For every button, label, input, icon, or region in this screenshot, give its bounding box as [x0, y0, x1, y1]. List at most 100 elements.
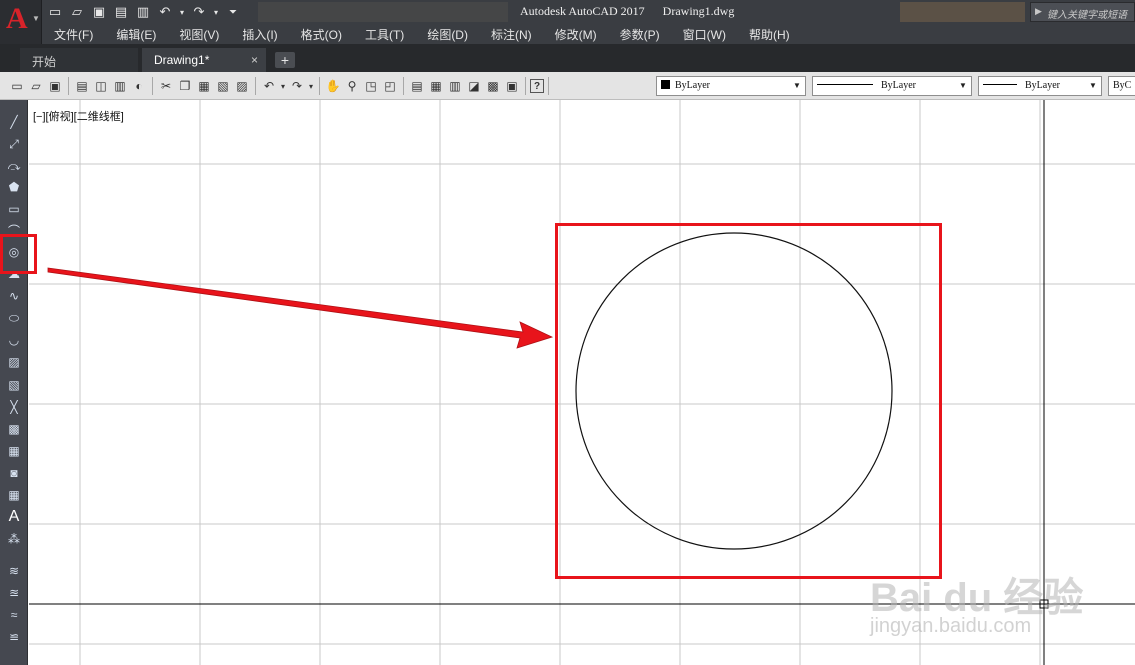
undo-icon[interactable]: ↶ [156, 3, 174, 21]
spline-icon[interactable]: ∿ [4, 286, 24, 306]
add-selected-icon[interactable]: ⁂ [4, 529, 24, 549]
menu-file[interactable]: 文件(F) [54, 26, 93, 43]
toolbar-divider [68, 77, 69, 95]
layer-icon-2[interactable]: ≊ [4, 583, 24, 603]
table-icon[interactable]: ▦ [4, 485, 24, 505]
lineweight-control-dropdown[interactable]: ByLayer ▼ [978, 76, 1102, 96]
mtext-icon[interactable]: A [4, 507, 24, 527]
linetype-sample [817, 84, 873, 85]
layer-icon-4[interactable]: ≌ [4, 627, 24, 647]
make-block-icon[interactable]: ▧ [4, 375, 24, 395]
title-bar: ▭ ▱ ▣ ▤ ▥ ↶ ▾ ↷ ▾ ⏷ Autodesk AutoCAD 201… [0, 0, 1135, 24]
saveas-icon[interactable]: ▤ [112, 3, 130, 21]
zoom-previous-icon[interactable]: ◰ [381, 76, 399, 96]
properties-icon[interactable]: ▤ [408, 76, 426, 96]
close-icon[interactable]: × [251, 53, 258, 67]
undo-dropdown-icon[interactable]: ▾ [279, 76, 287, 96]
ellipse-icon[interactable]: ⬭ [4, 308, 24, 328]
zoom-window-icon[interactable]: ◳ [362, 76, 380, 96]
redo-dropdown-icon[interactable]: ▾ [307, 76, 315, 96]
polyline-icon[interactable]: ⤼ [4, 156, 24, 176]
publish-icon[interactable]: ▥ [111, 76, 129, 96]
paste-icon[interactable]: ▦ [195, 76, 213, 96]
save-icon[interactable]: ▣ [46, 76, 64, 96]
redo-icon[interactable]: ↷ [288, 76, 306, 96]
new-icon[interactable]: ▭ [46, 3, 64, 21]
draw-toolbar: ╱ ⤢ ⤼ ⬟ ▭ ⌒ ◎ ☁ ∿ ⬭ ◡ ▨ ▧ ╳ ▩ ▦ ◙ ▦ A ⁂ … [0, 100, 28, 665]
pan-icon[interactable]: ✋ [324, 76, 342, 96]
document-title: Drawing1.dwg [662, 4, 735, 18]
linetype-control-dropdown[interactable]: ByLayer ▼ [812, 76, 972, 96]
markup-icon[interactable]: ▩ [484, 76, 502, 96]
menu-parametric[interactable]: 参数(P) [620, 26, 660, 43]
toolbar-divider [255, 77, 256, 95]
gradient-icon[interactable]: ▦ [4, 441, 24, 461]
plot-icon[interactable]: ▥ [134, 3, 152, 21]
hatch-icon[interactable]: ▩ [4, 419, 24, 439]
layer-icon-3[interactable]: ≈ [4, 605, 24, 625]
plotstyle-control-dropdown[interactable]: ByC [1108, 76, 1135, 96]
redo-icon[interactable]: ↷ [190, 3, 208, 21]
save-icon[interactable]: ▣ [90, 3, 108, 21]
3d-print-icon[interactable]: ◐ [130, 76, 148, 96]
calculator-icon[interactable]: ▣ [503, 76, 521, 96]
plotstyle-value: ByC [1113, 80, 1132, 91]
customize-icon[interactable]: ⏷ [224, 3, 242, 21]
menu-insert[interactable]: 插入(I) [242, 26, 277, 43]
open-icon[interactable]: ▱ [68, 3, 86, 21]
chevron-down-icon: ▼ [793, 81, 801, 90]
menu-window[interactable]: 窗口(W) [683, 26, 726, 43]
chevron-right-icon: ▶ [1035, 6, 1042, 16]
new-tab-button[interactable]: + [275, 52, 295, 68]
tool-palettes-icon[interactable]: ▥ [446, 76, 464, 96]
menu-help[interactable]: 帮助(H) [749, 26, 790, 43]
color-swatch [661, 80, 670, 89]
menu-dimension[interactable]: 标注(N) [491, 26, 532, 43]
polygon-icon[interactable]: ⬟ [4, 177, 24, 197]
color-value: ByLayer [675, 80, 710, 91]
menu-modify[interactable]: 修改(M) [555, 26, 597, 43]
annotation-arrow [47, 267, 554, 349]
region-icon[interactable]: ◙ [4, 463, 24, 483]
standard-toolbar: ▭ ▱ ▣ ▤ ◫ ▥ ◐ ✂ ❐ ▦ ▧ ▨ ↶ ▾ ↷ ▾ ✋ ⚲ ◳ ◰ … [0, 72, 1135, 100]
color-control-dropdown[interactable]: ByLayer ▼ [656, 76, 806, 96]
redo-dropdown-icon[interactable]: ▾ [212, 3, 220, 21]
tab-drawing1[interactable]: Drawing1* × [142, 48, 266, 72]
undo-dropdown-icon[interactable]: ▾ [178, 3, 186, 21]
preview-icon[interactable]: ◫ [92, 76, 110, 96]
plot-icon[interactable]: ▤ [73, 76, 91, 96]
application-menu-button[interactable]: A ▼ [0, 0, 42, 44]
blurred-region-right [900, 2, 1025, 22]
menu-tools[interactable]: 工具(T) [365, 26, 404, 43]
block-editor-icon[interactable]: ▨ [233, 76, 251, 96]
line-icon[interactable]: ╱ [4, 112, 24, 132]
viewport-controls-label[interactable]: [−][俯视][二维线框] [33, 108, 124, 124]
cut-icon[interactable]: ✂ [157, 76, 175, 96]
match-properties-icon[interactable]: ▧ [214, 76, 232, 96]
tab-start[interactable]: 开始 [20, 48, 138, 72]
ellipse-arc-icon[interactable]: ◡ [4, 330, 24, 350]
qnew-icon[interactable]: ▭ [8, 76, 26, 96]
linetype-value: ByLayer [881, 80, 916, 91]
search-input[interactable]: ▶ 键入关键字或短语 [1030, 2, 1135, 22]
undo-icon[interactable]: ↶ [260, 76, 278, 96]
copy-icon[interactable]: ❐ [176, 76, 194, 96]
chevron-down-icon: ▼ [32, 14, 40, 23]
layer-icon-1[interactable]: ≋ [4, 561, 24, 581]
lineweight-sample [983, 84, 1017, 85]
open-icon[interactable]: ▱ [27, 76, 45, 96]
sheet-set-icon[interactable]: ◪ [465, 76, 483, 96]
menu-edit[interactable]: 编辑(E) [116, 26, 156, 43]
zoom-realtime-icon[interactable]: ⚲ [343, 76, 361, 96]
construction-line-icon[interactable]: ⤢ [4, 134, 24, 154]
design-center-icon[interactable]: ▦ [427, 76, 445, 96]
rectangle-icon[interactable]: ▭ [4, 199, 24, 219]
help-icon[interactable]: ? [530, 79, 544, 93]
menu-view[interactable]: 视图(V) [179, 26, 219, 43]
point-icon[interactable]: ╳ [4, 397, 24, 417]
insert-block-icon[interactable]: ▨ [4, 352, 24, 372]
autocad-logo-icon: A [6, 2, 28, 35]
menu-format[interactable]: 格式(O) [301, 26, 342, 43]
menu-draw[interactable]: 绘图(D) [427, 26, 468, 43]
circle-entity[interactable] [575, 232, 893, 550]
